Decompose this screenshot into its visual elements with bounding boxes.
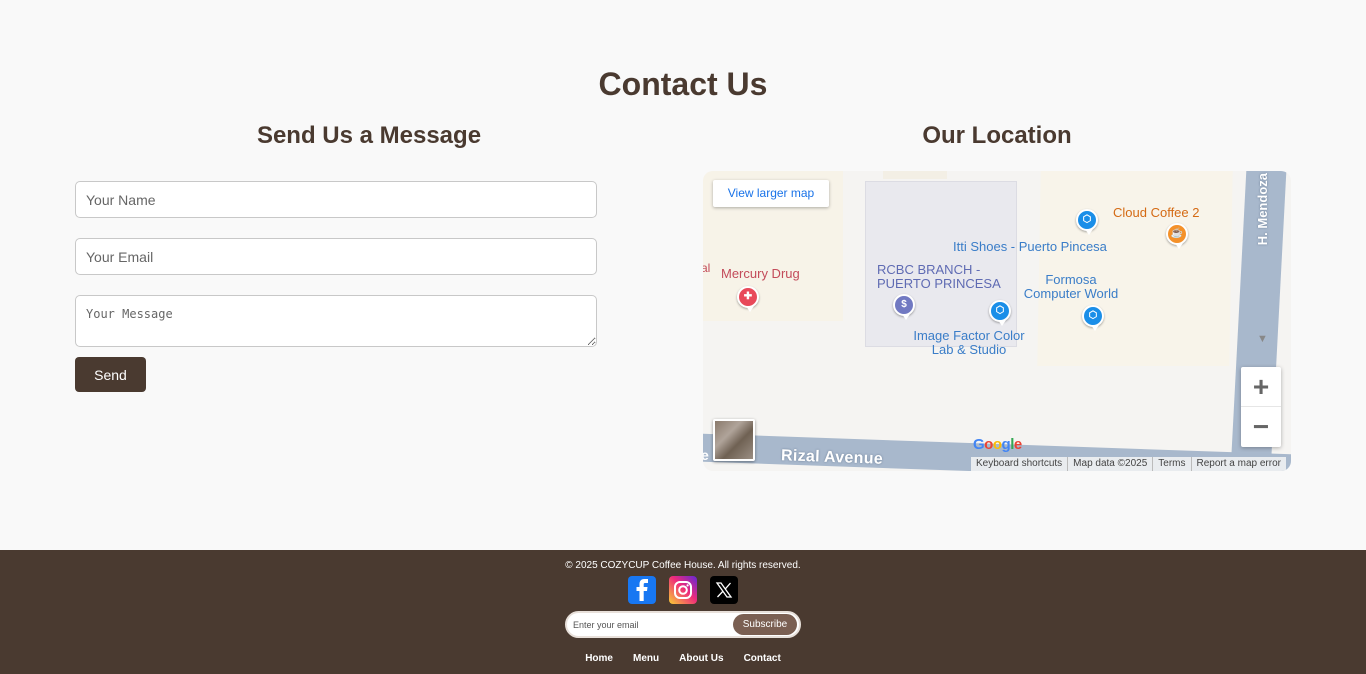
x-icon[interactable] — [710, 576, 738, 604]
map-edge-label: al — [703, 261, 711, 275]
terms-link[interactable]: Terms — [1153, 457, 1192, 471]
view-larger-map-link[interactable]: View larger map — [713, 180, 829, 207]
satellite-toggle[interactable] — [713, 419, 755, 461]
subscribe-email-input[interactable] — [573, 617, 723, 633]
cafe-icon[interactable]: ☕ — [1166, 223, 1188, 249]
page-title: Contact Us — [598, 66, 768, 102]
footer-link-contact[interactable]: Contact — [744, 653, 781, 664]
map-block — [883, 171, 947, 179]
pegman-arrow-icon: ▼ — [1257, 333, 1268, 345]
shopping-bag-icon[interactable]: ⬡ — [989, 300, 1011, 326]
facebook-icon[interactable] — [628, 576, 656, 604]
zoom-out-button[interactable]: − — [1241, 407, 1281, 447]
poi-label-mercury-drug[interactable]: Mercury Drug — [721, 267, 800, 281]
email-field[interactable] — [75, 238, 597, 275]
map-block — [1037, 171, 1233, 366]
road-label-mendoza: H. Mendoza — [1255, 173, 1270, 246]
footer-link-menu[interactable]: Menu — [633, 653, 659, 664]
poi-label-rcbc[interactable]: RCBC BRANCH - PUERTO PRINCESA — [877, 263, 1001, 291]
road-label-rizal: Rizal Avenue — [780, 447, 884, 468]
name-field[interactable] — [75, 181, 597, 218]
shopping-bag-icon[interactable]: ⬡ — [1076, 209, 1098, 235]
subscribe-form: Subscribe — [565, 611, 801, 638]
copyright-text: © 2025 COZYCUP Coffee House. All rights … — [565, 560, 801, 571]
zoom-control: + − — [1241, 367, 1281, 447]
map-edge-road-label: e — [703, 447, 709, 463]
poi-label-image-factor[interactable]: Image Factor Color Lab & Studio — [907, 329, 1031, 357]
poi-label-formosa[interactable]: Formosa Computer World — [1017, 273, 1125, 301]
map-data-label: Map data ©2025 — [1068, 457, 1154, 471]
google-logo: Google — [973, 436, 1022, 453]
shopping-bag-icon[interactable]: ⬡ — [1082, 305, 1104, 331]
send-button[interactable]: Send — [75, 357, 146, 392]
poi-label-cloud-coffee[interactable]: Cloud Coffee 2 — [1113, 206, 1200, 220]
pharmacy-icon[interactable]: ✚ — [737, 286, 759, 312]
report-map-error-link[interactable]: Report a map error — [1192, 457, 1286, 471]
poi-label-itti-shoes[interactable]: Itti Shoes - Puerto Pincesa — [953, 240, 1107, 254]
keyboard-shortcuts-link[interactable]: Keyboard shortcuts — [971, 457, 1069, 471]
zoom-in-button[interactable]: + — [1241, 367, 1281, 407]
form-heading: Send Us a Message — [256, 122, 482, 149]
footer: © 2025 COZYCUP Coffee House. All rights … — [0, 550, 1366, 674]
instagram-icon[interactable] — [669, 576, 697, 604]
footer-link-about[interactable]: About Us — [679, 653, 723, 664]
bank-icon[interactable]: $ — [893, 294, 915, 320]
social-links — [628, 576, 738, 604]
footer-link-home[interactable]: Home — [585, 653, 613, 664]
location-heading: Our Location — [922, 122, 1072, 149]
message-field[interactable] — [75, 295, 597, 347]
subscribe-button[interactable]: Subscribe — [733, 614, 797, 635]
footer-nav: Home Menu About Us Contact — [0, 653, 1366, 664]
map-attribution: Keyboard shortcuts Map data ©2025 Terms … — [971, 457, 1286, 471]
location-map[interactable]: Rizal Avenue H. Mendoza al e Mercury Dru… — [703, 171, 1291, 471]
